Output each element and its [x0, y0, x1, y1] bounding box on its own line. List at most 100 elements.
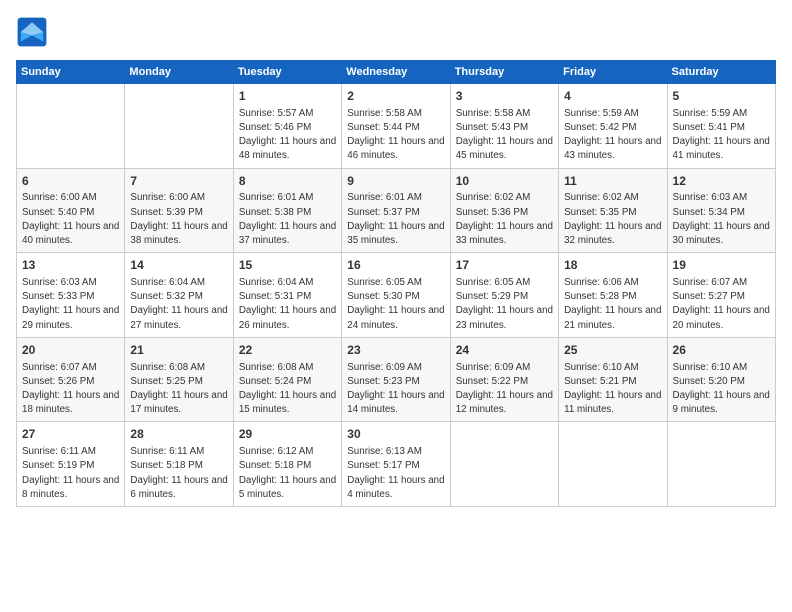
day-info: Sunrise: 5:58 AM Sunset: 5:44 PM Dayligh… — [347, 107, 444, 164]
day-info: Sunrise: 6:04 AM Sunset: 5:32 PM Dayligh… — [130, 276, 227, 333]
calendar-cell: 5 Sunrise: 5:59 AM Sunset: 5:41 PM Daylig… — [667, 84, 775, 169]
calendar-cell: 10Sunrise: 6:02 AM Sunset: 5:36 PM Dayli… — [450, 168, 558, 253]
day-info: Sunrise: 6:11 AM Sunset: 5:18 PM Dayligh… — [130, 445, 227, 502]
day-number: 19 — [673, 257, 770, 274]
day-number: 15 — [239, 257, 336, 274]
calendar-week-1: 1Sunrise: 5:57 AM Sunset: 5:46 PM Daylig… — [17, 84, 776, 169]
day-info: Sunrise: 6:07 AM Sunset: 5:26 PM Dayligh… — [22, 361, 119, 418]
day-info: Sunrise: 6:04 AM Sunset: 5:31 PM Dayligh… — [239, 276, 336, 333]
calendar-cell: 19 Sunrise: 6:07 AM Sunset: 5:27 PM Dayli… — [667, 253, 775, 338]
day-info: Sunrise: 6:10 AM Sunset: 5:21 PM Dayligh… — [564, 361, 661, 418]
calendar-cell: 20 Sunrise: 6:07 AM Sunset: 5:26 PM Dayli… — [17, 337, 125, 422]
calendar-week-3: 13Sunrise: 6:03 AM Sunset: 5:33 PM Dayli… — [17, 253, 776, 338]
day-info: Sunrise: 6:11 AM Sunset: 5:19 PM Dayligh… — [22, 445, 119, 502]
day-number: 1 — [239, 88, 336, 105]
calendar-cell: 16 Sunrise: 6:05 AM Sunset: 5:30 PM Dayli… — [342, 253, 450, 338]
calendar-cell: 9Sunrise: 6:01 AM Sunset: 5:37 PM Daylig… — [342, 168, 450, 253]
day-info: Sunrise: 6:00 AM Sunset: 5:39 PM Dayligh… — [130, 191, 227, 248]
calendar-cell: 22 Sunrise: 6:08 AM Sunset: 5:24 PM Dayli… — [233, 337, 341, 422]
day-number: 23 — [347, 342, 444, 359]
day-number: 14 — [130, 257, 227, 274]
day-info: Sunrise: 5:59 AM Sunset: 5:41 PM Dayligh… — [673, 107, 770, 164]
weekday-header-wednesday: Wednesday — [342, 61, 450, 84]
day-number: 10 — [456, 173, 553, 190]
calendar-cell: 25 Sunrise: 6:10 AM Sunset: 5:21 PM Dayli… — [559, 337, 667, 422]
calendar-body: 1Sunrise: 5:57 AM Sunset: 5:46 PM Daylig… — [17, 84, 776, 507]
day-number: 11 — [564, 173, 661, 190]
day-number: 4 — [564, 88, 661, 105]
logo-icon — [16, 16, 48, 48]
calendar-cell: 17 Sunrise: 6:05 AM Sunset: 5:29 PM Dayli… — [450, 253, 558, 338]
day-info: Sunrise: 6:01 AM Sunset: 5:38 PM Dayligh… — [239, 191, 336, 248]
day-info: Sunrise: 6:08 AM Sunset: 5:25 PM Dayligh… — [130, 361, 227, 418]
day-info: Sunrise: 6:05 AM Sunset: 5:29 PM Dayligh… — [456, 276, 553, 333]
day-number: 7 — [130, 173, 227, 190]
day-info: Sunrise: 6:07 AM Sunset: 5:27 PM Dayligh… — [673, 276, 770, 333]
day-info: Sunrise: 6:03 AM Sunset: 5:34 PM Dayligh… — [673, 191, 770, 248]
calendar-week-4: 20 Sunrise: 6:07 AM Sunset: 5:26 PM Dayli… — [17, 337, 776, 422]
calendar-cell: 23Sunrise: 6:09 AM Sunset: 5:23 PM Dayli… — [342, 337, 450, 422]
day-number: 18 — [564, 257, 661, 274]
calendar-cell: 11Sunrise: 6:02 AM Sunset: 5:35 PM Dayli… — [559, 168, 667, 253]
calendar-cell: 27Sunrise: 6:11 AM Sunset: 5:19 PM Dayli… — [17, 422, 125, 507]
calendar-cell: 18 Sunrise: 6:06 AM Sunset: 5:28 PM Dayli… — [559, 253, 667, 338]
day-number: 25 — [564, 342, 661, 359]
calendar-cell: 28 Sunrise: 6:11 AM Sunset: 5:18 PM Dayli… — [125, 422, 233, 507]
calendar-cell: 3Sunrise: 5:58 AM Sunset: 5:43 PM Daylig… — [450, 84, 558, 169]
day-number: 21 — [130, 342, 227, 359]
day-number: 26 — [673, 342, 770, 359]
page-header — [16, 16, 776, 48]
calendar-cell: 21 Sunrise: 6:08 AM Sunset: 5:25 PM Dayli… — [125, 337, 233, 422]
calendar-cell: 13Sunrise: 6:03 AM Sunset: 5:33 PM Dayli… — [17, 253, 125, 338]
logo — [16, 16, 52, 48]
calendar-cell: 24 Sunrise: 6:09 AM Sunset: 5:22 PM Dayli… — [450, 337, 558, 422]
calendar-cell — [450, 422, 558, 507]
calendar-cell: 8Sunrise: 6:01 AM Sunset: 5:38 PM Daylig… — [233, 168, 341, 253]
calendar-cell — [667, 422, 775, 507]
day-info: Sunrise: 6:02 AM Sunset: 5:35 PM Dayligh… — [564, 191, 661, 248]
day-number: 16 — [347, 257, 444, 274]
day-number: 28 — [130, 426, 227, 443]
day-info: Sunrise: 6:01 AM Sunset: 5:37 PM Dayligh… — [347, 191, 444, 248]
day-number: 20 — [22, 342, 119, 359]
day-info: Sunrise: 6:00 AM Sunset: 5:40 PM Dayligh… — [22, 191, 119, 248]
calendar-cell: 26 Sunrise: 6:10 AM Sunset: 5:20 PM Dayli… — [667, 337, 775, 422]
calendar-week-5: 27Sunrise: 6:11 AM Sunset: 5:19 PM Dayli… — [17, 422, 776, 507]
day-info: Sunrise: 6:02 AM Sunset: 5:36 PM Dayligh… — [456, 191, 553, 248]
weekday-header-tuesday: Tuesday — [233, 61, 341, 84]
day-info: Sunrise: 6:08 AM Sunset: 5:24 PM Dayligh… — [239, 361, 336, 418]
calendar-week-2: 6Sunrise: 6:00 AM Sunset: 5:40 PM Daylig… — [17, 168, 776, 253]
calendar-cell — [17, 84, 125, 169]
day-info: Sunrise: 5:59 AM Sunset: 5:42 PM Dayligh… — [564, 107, 661, 164]
day-number: 30 — [347, 426, 444, 443]
day-info: Sunrise: 5:58 AM Sunset: 5:43 PM Dayligh… — [456, 107, 553, 164]
weekday-header-saturday: Saturday — [667, 61, 775, 84]
weekday-header-friday: Friday — [559, 61, 667, 84]
day-info: Sunrise: 6:05 AM Sunset: 5:30 PM Dayligh… — [347, 276, 444, 333]
day-number: 6 — [22, 173, 119, 190]
calendar-cell — [559, 422, 667, 507]
calendar-cell: 30Sunrise: 6:13 AM Sunset: 5:17 PM Dayli… — [342, 422, 450, 507]
calendar-cell: 15 Sunrise: 6:04 AM Sunset: 5:31 PM Dayli… — [233, 253, 341, 338]
calendar-cell: 14 Sunrise: 6:04 AM Sunset: 5:32 PM Dayli… — [125, 253, 233, 338]
day-number: 29 — [239, 426, 336, 443]
calendar-cell — [125, 84, 233, 169]
weekday-row: SundayMondayTuesdayWednesdayThursdayFrid… — [17, 61, 776, 84]
day-number: 8 — [239, 173, 336, 190]
day-info: Sunrise: 6:09 AM Sunset: 5:22 PM Dayligh… — [456, 361, 553, 418]
day-number: 22 — [239, 342, 336, 359]
calendar-cell: 7Sunrise: 6:00 AM Sunset: 5:39 PM Daylig… — [125, 168, 233, 253]
day-info: Sunrise: 6:10 AM Sunset: 5:20 PM Dayligh… — [673, 361, 770, 418]
calendar-cell: 1Sunrise: 5:57 AM Sunset: 5:46 PM Daylig… — [233, 84, 341, 169]
calendar-cell: 29Sunrise: 6:12 AM Sunset: 5:18 PM Dayli… — [233, 422, 341, 507]
weekday-header-monday: Monday — [125, 61, 233, 84]
day-number: 9 — [347, 173, 444, 190]
day-number: 24 — [456, 342, 553, 359]
day-info: Sunrise: 6:06 AM Sunset: 5:28 PM Dayligh… — [564, 276, 661, 333]
day-number: 17 — [456, 257, 553, 274]
day-number: 5 — [673, 88, 770, 105]
day-number: 13 — [22, 257, 119, 274]
weekday-header-thursday: Thursday — [450, 61, 558, 84]
calendar-header: SundayMondayTuesdayWednesdayThursdayFrid… — [17, 61, 776, 84]
calendar-cell: 12Sunrise: 6:03 AM Sunset: 5:34 PM Dayli… — [667, 168, 775, 253]
